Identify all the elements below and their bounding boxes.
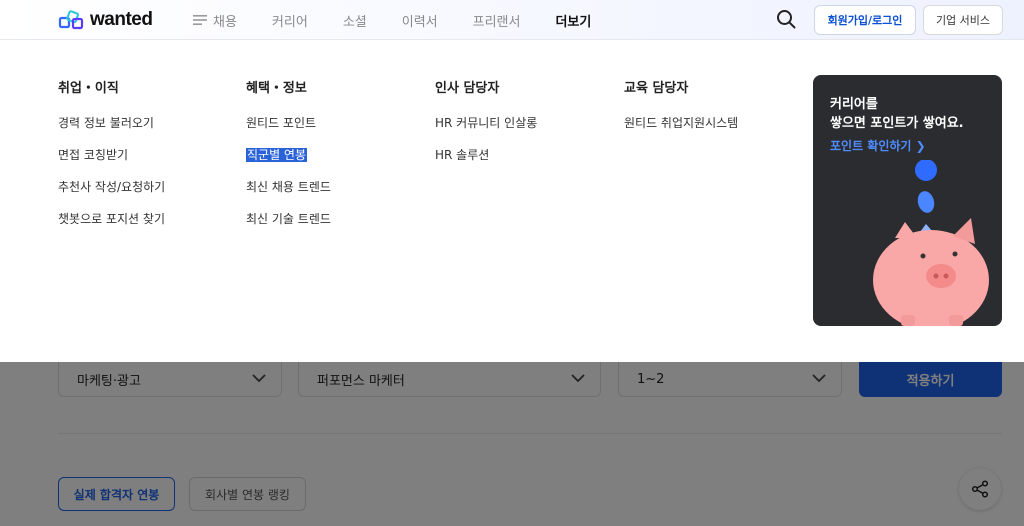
apply-button[interactable]: 적용하기 xyxy=(859,362,1002,397)
column-job-change: 취업・이직 경력 정보 불러오기 면접 코칭받기 추천사 작성/요청하기 챗봇으… xyxy=(58,77,165,243)
link-tech-trends[interactable]: 최신 기술 트렌드 xyxy=(246,211,331,243)
link-import-career[interactable]: 경력 정보 불러오기 xyxy=(58,115,165,147)
wanted-logo-icon xyxy=(58,10,84,30)
points-promo-card[interactable]: 커리어를 쌓으면 포인트가 쌓여요. 포인트 확인하기 ❯ xyxy=(813,75,1002,326)
promo-line-2: 쌓으면 포인트가 쌓여요. xyxy=(830,116,964,131)
link-interview-coaching[interactable]: 면접 코칭받기 xyxy=(58,147,165,179)
nav-jobs-label: 채용 xyxy=(213,14,237,30)
nav-jobs[interactable]: 채용 xyxy=(193,11,237,30)
section-divider xyxy=(58,433,1002,434)
chevron-down-icon xyxy=(812,374,826,383)
search-icon[interactable] xyxy=(776,9,796,29)
chevron-down-icon xyxy=(252,374,266,383)
nav-social-label: 소셜 xyxy=(342,14,367,30)
share-button[interactable] xyxy=(959,468,1001,510)
nav-freelancer-label: 프리랜서 xyxy=(472,14,521,30)
link-employment-support[interactable]: 원티드 취업지원시스템 xyxy=(624,115,738,147)
nav-career[interactable]: 커리어 xyxy=(272,11,308,30)
tab-actual-hire-salary[interactable]: 실제 합격자 연봉 xyxy=(58,477,175,511)
link-wanted-points[interactable]: 원티드 포인트 xyxy=(246,115,331,147)
nav-freelancer[interactable]: 프리랜서 xyxy=(473,11,521,30)
link-hr-solution[interactable]: HR 솔루션 xyxy=(435,147,537,179)
main-nav: 채용 커리어 소셜 이력서 프리랜서 더보기 xyxy=(193,0,626,40)
chevron-down-icon xyxy=(571,374,585,383)
job-group-value: 마케팅·광고 xyxy=(77,373,141,389)
promo-headline: 커리어를 쌓으면 포인트가 쌓여요. xyxy=(830,95,964,133)
years-value: 1~2 xyxy=(637,371,665,387)
link-recommendation[interactable]: 추천사 작성/요청하기 xyxy=(58,179,165,211)
nav-more-label: 더보기 xyxy=(555,14,592,30)
share-icon xyxy=(971,480,989,498)
link-salary-by-job[interactable]: 직군별 연봉 xyxy=(246,147,331,179)
column-title: 인사 담당자 xyxy=(435,81,500,96)
column-title: 혜택・정보 xyxy=(246,81,307,96)
wanted-logo[interactable]: wanted xyxy=(58,8,153,32)
corporate-service-button[interactable]: 기업 서비스 xyxy=(923,5,1003,35)
more-dropdown-panel: 취업・이직 경력 정보 불러오기 면접 코칭받기 추천사 작성/요청하기 챗봇으… xyxy=(0,47,1024,362)
promo-line-1: 커리어를 xyxy=(830,97,878,112)
tab-company-salary-ranking[interactable]: 회사별 연봉 랭킹 xyxy=(189,477,306,511)
salary-page-background: 마케팅·광고 퍼포먼스 마케터 1~2 적용하기 실제 합격자 연봉 회사별 연… xyxy=(0,362,1024,526)
column-benefits: 혜택・정보 원티드 포인트 직군별 연봉 최신 채용 트렌드 최신 기술 트렌드 xyxy=(246,77,331,243)
nav-career-label: 커리어 xyxy=(271,14,308,30)
link-hiring-trends[interactable]: 최신 채용 트렌드 xyxy=(246,179,331,211)
piggy-bank-icon xyxy=(873,160,989,326)
signup-login-button[interactable]: 회원가입/로그인 xyxy=(814,5,916,35)
column-title: 교육 담당자 xyxy=(624,81,689,96)
top-header: wanted 채용 커리어 소셜 이력서 프리랜서 더보기 회원가입/로그인 기… xyxy=(0,0,1024,40)
nav-social[interactable]: 소셜 xyxy=(343,11,367,30)
column-education-manager: 교육 담당자 원티드 취업지원시스템 xyxy=(624,77,738,147)
check-points-link[interactable]: 포인트 확인하기 ❯ xyxy=(830,137,926,154)
menu-icon xyxy=(193,15,207,25)
nav-more[interactable]: 더보기 xyxy=(555,11,591,30)
job-group-select[interactable]: 마케팅·광고 xyxy=(58,362,282,397)
column-title: 취업・이직 xyxy=(58,81,119,96)
link-hr-community[interactable]: HR 커뮤니티 인살롱 xyxy=(435,115,537,147)
job-value: 퍼포먼스 마케터 xyxy=(317,373,405,389)
nav-resume[interactable]: 이력서 xyxy=(402,11,438,30)
selected-text: 직군별 연봉 xyxy=(246,148,308,162)
column-hr-manager: 인사 담당자 HR 커뮤니티 인살롱 HR 솔루션 xyxy=(435,77,537,179)
logo-text: wanted xyxy=(90,9,153,30)
nav-resume-label: 이력서 xyxy=(401,14,438,30)
years-select[interactable]: 1~2 xyxy=(618,362,842,397)
link-chatbot-position[interactable]: 챗봇으로 포지션 찾기 xyxy=(58,211,165,243)
job-select[interactable]: 퍼포먼스 마케터 xyxy=(298,362,601,397)
